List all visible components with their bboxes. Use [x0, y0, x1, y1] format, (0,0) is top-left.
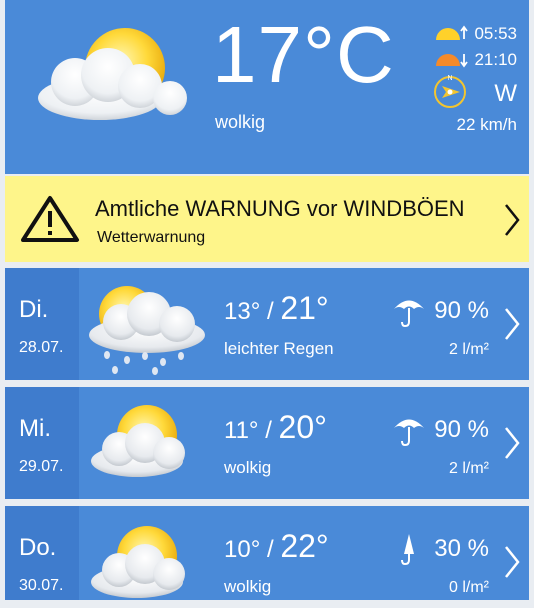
umbrella-icon — [394, 300, 425, 328]
min-temperature: 13° — [224, 298, 261, 325]
day-strip — [5, 268, 79, 380]
partly-cloudy-icon — [85, 518, 210, 608]
precip-amount: 2 l/m² — [449, 341, 489, 358]
day-name: Mi. — [19, 415, 51, 442]
wind-speed: 22 km/h — [456, 115, 517, 134]
day-date: 30.07. — [19, 577, 64, 594]
chevron-right-icon[interactable] — [503, 425, 521, 466]
sunset-time: 21:10 — [474, 50, 517, 69]
temperature-range: 10° / 22° — [224, 528, 329, 565]
current-condition: wolkig — [215, 112, 266, 132]
partly-cloudy-icon — [30, 20, 200, 135]
precip-amount: 0 l/m² — [449, 579, 489, 596]
max-temperature: 22° — [280, 528, 329, 564]
current-weather-panel[interactable]: 17°C wolkig 05:53 21:10 N W 22 km/h — [5, 0, 529, 174]
closed-umbrella-icon — [401, 534, 415, 566]
sunrise-row: 05:53 — [434, 24, 517, 44]
min-temperature: 11° — [224, 417, 259, 444]
forecast-day-row[interactable]: Mi. 29.07. 11° / 20° wolkig 90 % 2 l/m² — [5, 387, 529, 499]
chevron-right-icon[interactable] — [503, 202, 521, 243]
precip-probability: 90 % — [392, 294, 489, 328]
min-temperature: 10° — [224, 536, 261, 563]
forecast-day-row[interactable]: Do. 30.07. 10° / 22° wolkig 30 % 0 l/m² — [5, 506, 529, 600]
chevron-right-icon[interactable] — [503, 544, 521, 585]
temp-separator: / — [266, 536, 274, 563]
precip-probability: 30 % — [392, 532, 489, 566]
day-condition: leichter Regen — [224, 339, 334, 358]
precip-probability-value: 90 % — [434, 416, 489, 443]
cloud-rain-icon — [85, 280, 210, 375]
temp-separator: / — [266, 298, 274, 325]
day-name: Do. — [19, 534, 57, 561]
temperature-range: 11° / 20° — [224, 409, 327, 446]
compass-icon: N — [430, 72, 470, 117]
sunset-row: 21:10 — [434, 50, 517, 70]
day-condition: wolkig — [224, 458, 272, 477]
sunrise-icon — [436, 25, 469, 40]
max-temperature: 20° — [278, 409, 327, 445]
wind-direction: W — [494, 80, 517, 107]
precip-probability: 90 % — [392, 413, 489, 447]
precip-probability-value: 30 % — [434, 535, 489, 562]
day-date: 29.07. — [19, 458, 64, 475]
temp-separator: / — [265, 417, 272, 444]
day-name: Di. — [19, 296, 49, 323]
sunset-icon — [436, 54, 469, 68]
weather-warning-banner[interactable]: Amtliche WARNUNG vor WINDBÖEN Wetterwarn… — [5, 176, 529, 262]
precip-amount: 2 l/m² — [449, 460, 489, 477]
precip-probability-value: 90 % — [434, 297, 489, 324]
partly-cloudy-icon — [85, 399, 210, 489]
forecast-day-row[interactable]: Di. 28.07. 13° / 21° leichter Regen 90 %… — [5, 268, 529, 380]
warning-triangle-icon — [19, 194, 81, 249]
day-date: 28.07. — [19, 339, 64, 356]
sunrise-time: 05:53 — [474, 24, 517, 43]
warning-subtitle: Wetterwarnung — [97, 229, 206, 246]
chevron-right-icon[interactable] — [503, 306, 521, 347]
warning-title: Amtliche WARNUNG vor WINDBÖEN — [95, 196, 465, 221]
max-temperature: 21° — [280, 290, 329, 326]
day-condition: wolkig — [224, 577, 272, 596]
current-temperature: 17°C — [212, 10, 395, 99]
svg-text:N: N — [447, 75, 452, 82]
temperature-range: 13° / 21° — [224, 290, 329, 327]
day-strip — [5, 387, 79, 499]
umbrella-icon — [394, 419, 425, 447]
